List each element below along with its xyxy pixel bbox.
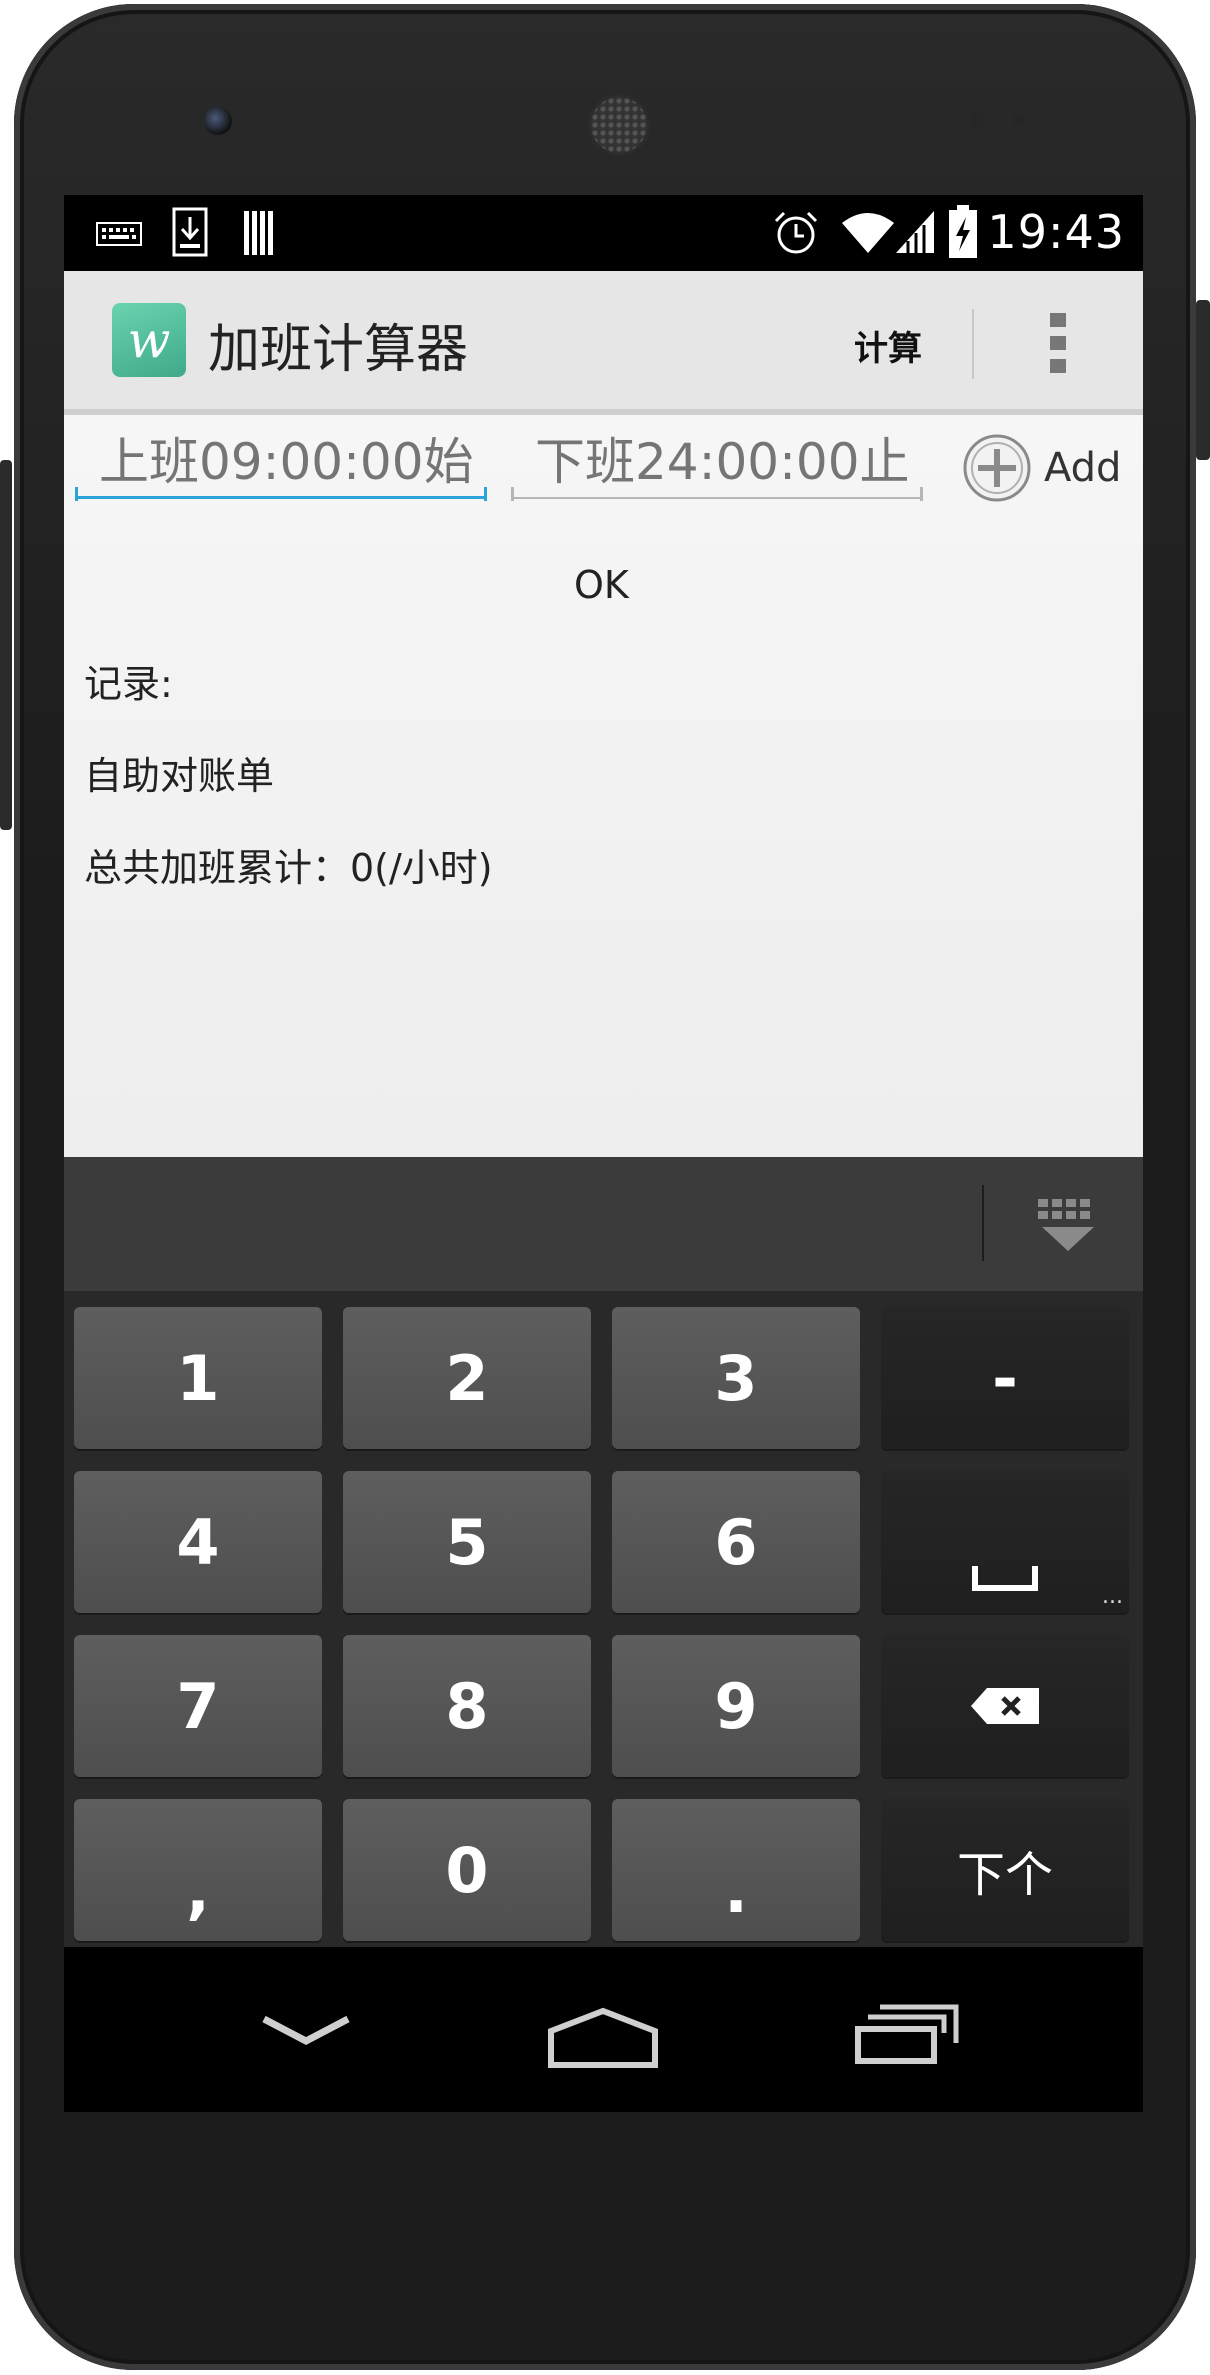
light-sensor <box>1012 114 1024 126</box>
key-8[interactable]: 8 <box>343 1635 591 1777</box>
statement-label: 自助对账单 <box>84 754 275 798</box>
battery-charging-icon <box>949 205 977 258</box>
screen: 19:43 w 加班计算器 计算 Add OK 记录: 自助对账单 总共加班累计… <box>64 195 1143 2112</box>
signal-icon <box>896 211 934 253</box>
add-button[interactable]: Add <box>962 433 1121 503</box>
key-0[interactable]: 0 <box>343 1799 591 1941</box>
earpiece-speaker <box>591 97 647 153</box>
add-label: Add <box>1044 445 1122 491</box>
hide-keyboard-icon[interactable] <box>1036 1197 1100 1253</box>
keyboard-suggestion-strip <box>64 1157 1143 1291</box>
start-field-edge <box>75 487 78 501</box>
add-circle-icon <box>963 434 1031 502</box>
key-comma[interactable]: , <box>74 1799 322 1941</box>
start-field-edge <box>484 487 487 501</box>
key-6[interactable]: 6 <box>612 1471 860 1613</box>
download-icon <box>172 207 208 257</box>
key-period[interactable]: . <box>612 1799 860 1941</box>
back-icon[interactable] <box>260 2013 352 2047</box>
status-clock: 19:43 <box>987 205 1125 259</box>
volume-button <box>1196 300 1210 460</box>
key-1[interactable]: 1 <box>74 1307 322 1449</box>
calculate-button[interactable]: 计算 <box>854 321 922 370</box>
key-2[interactable]: 2 <box>343 1307 591 1449</box>
key-next[interactable]: 下个 <box>881 1799 1129 1941</box>
key-backspace[interactable] <box>881 1635 1129 1777</box>
end-time-input[interactable] <box>511 427 923 499</box>
end-field-edge <box>920 487 923 501</box>
alarm-icon <box>774 211 818 254</box>
action-bar: w 加班计算器 计算 <box>64 271 1143 415</box>
key-space[interactable]: ... <box>881 1471 1129 1613</box>
space-icon <box>972 1566 1038 1591</box>
power-button <box>0 460 12 830</box>
navigation-bar <box>64 1947 1143 2112</box>
proximity-sensor <box>970 112 986 128</box>
recent-apps-icon[interactable] <box>854 2003 960 2065</box>
more-vert-icon[interactable] <box>1050 313 1066 382</box>
start-time-input[interactable] <box>75 427 487 499</box>
app-icon[interactable]: w <box>112 303 186 377</box>
key-9[interactable]: 9 <box>612 1635 860 1777</box>
key-4[interactable]: 4 <box>74 1471 322 1613</box>
ok-button[interactable]: OK <box>574 563 629 607</box>
key-3[interactable]: 3 <box>612 1307 860 1449</box>
backspace-icon <box>971 1688 1039 1724</box>
end-field-edge <box>511 487 514 501</box>
more-symbols-indicator: ... <box>1102 1584 1123 1609</box>
key-minus[interactable]: - <box>881 1307 1129 1449</box>
status-bar: 19:43 <box>64 195 1143 271</box>
home-icon[interactable] <box>547 2007 659 2069</box>
records-label: 记录: <box>84 662 173 706</box>
key-5[interactable]: 5 <box>343 1471 591 1613</box>
keyboard-icon <box>96 222 142 246</box>
strip-divider <box>982 1185 984 1261</box>
front-camera <box>204 107 232 135</box>
total-overtime-label: 总共加班累计：0(/小时) <box>84 846 493 890</box>
sim-bars-icon <box>244 211 273 255</box>
key-7[interactable]: 7 <box>74 1635 322 1777</box>
numeric-keyboard: 1 2 3 - 4 5 6 ... 7 8 9 , 0 . 下个 <box>64 1291 1143 1947</box>
wifi-icon <box>842 213 894 253</box>
app-title: 加班计算器 <box>208 320 469 380</box>
main-content: Add OK 记录: 自助对账单 总共加班累计：0(/小时) <box>64 415 1143 1157</box>
action-bar-divider <box>972 309 974 379</box>
